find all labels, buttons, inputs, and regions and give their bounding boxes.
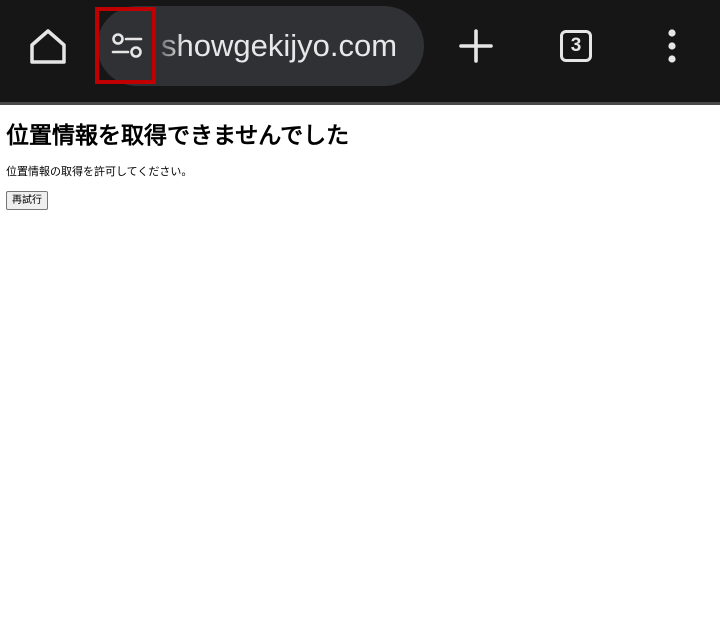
tab-switcher-button[interactable]: 3: [548, 18, 604, 74]
new-tab-button[interactable]: [448, 18, 504, 74]
toolbar-divider: [0, 102, 720, 105]
page-content: 位置情報を取得できませんでした 位置情報の取得を許可してください。 再試行: [6, 120, 706, 210]
url-text[interactable]: showgekijyo.com: [161, 24, 397, 68]
more-vertical-icon: [668, 29, 676, 63]
tab-count: 3: [560, 30, 592, 62]
tune-icon: [111, 33, 143, 58]
retry-button[interactable]: 再試行: [6, 191, 48, 210]
page-title: 位置情報を取得できませんでした: [6, 123, 350, 149]
site-settings-button[interactable]: [98, 18, 156, 74]
plus-icon: [459, 29, 493, 63]
home-button[interactable]: [20, 18, 76, 74]
home-icon: [30, 29, 66, 64]
menu-button[interactable]: [644, 18, 700, 74]
page-message: 位置情報の取得を許可してください。: [6, 165, 193, 178]
browser-toolbar: showgekijyo.com 3: [0, 0, 720, 102]
